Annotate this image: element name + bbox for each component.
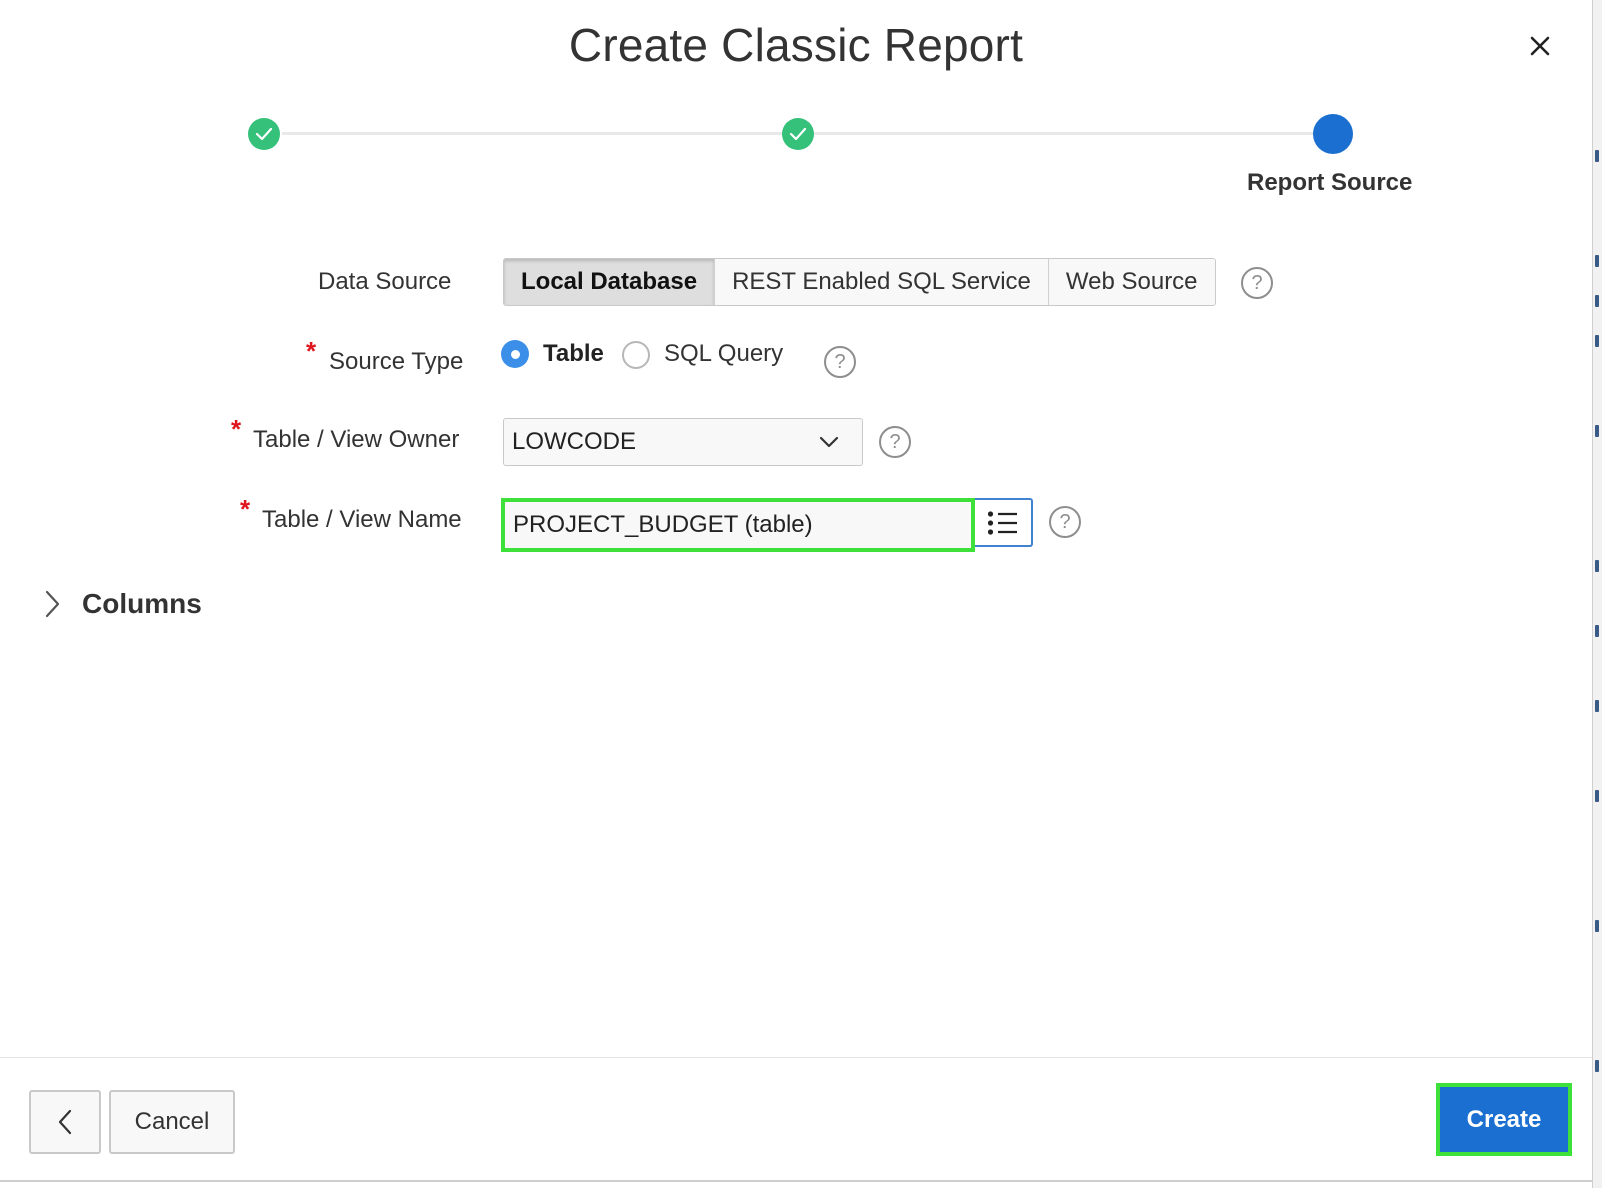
source-type-radio-table[interactable] <box>501 340 529 368</box>
progress-track-1 <box>282 132 790 135</box>
table-name-help-icon[interactable]: ? <box>1049 506 1081 538</box>
background-app-edge <box>1592 0 1602 1188</box>
source-type-help-icon[interactable]: ? <box>824 346 856 378</box>
footer-divider <box>0 1057 1592 1058</box>
list-of-values-button[interactable] <box>975 498 1033 547</box>
columns-section-title: Columns <box>82 588 202 619</box>
source-type-radio-sql-query[interactable] <box>622 341 650 369</box>
owner-help-icon[interactable]: ? <box>879 426 911 458</box>
data-source-option-web-source[interactable]: Web Source <box>1048 259 1215 305</box>
wizard-step-3-label: Report Source <box>1247 169 1413 196</box>
chevron-right-icon <box>45 590 60 618</box>
source-type-label: Source Type <box>329 348 464 375</box>
owner-select[interactable]: LOWCODE <box>503 418 863 466</box>
table-name-value: PROJECT_BUDGET (table) <box>513 511 813 538</box>
data-source-help-icon[interactable]: ? <box>1241 267 1273 299</box>
list-icon <box>987 510 1017 535</box>
columns-collapsible-toggle[interactable]: Columns <box>42 588 202 620</box>
required-asterisk: * <box>306 336 317 366</box>
owner-select-value: LOWCODE <box>512 428 637 455</box>
owner-label: Table / View Owner <box>253 426 460 453</box>
table-name-label: Table / View Name <box>262 506 462 533</box>
previous-button[interactable] <box>29 1090 101 1154</box>
create-button-highlight: Create <box>1436 1083 1572 1156</box>
data-source-segmented-control: Local Database REST Enabled SQL Service … <box>503 258 1216 306</box>
create-button[interactable]: Create <box>1440 1087 1568 1152</box>
wizard-step-3-current <box>1313 114 1353 154</box>
table-name-input[interactable]: PROJECT_BUDGET (table) <box>501 498 975 552</box>
dialog-bottom-border <box>0 1180 1592 1182</box>
source-type-option-table[interactable]: Table <box>543 340 604 368</box>
data-source-option-local-database[interactable]: Local Database <box>504 259 716 305</box>
data-source-label: Data Source <box>318 268 452 295</box>
wizard-step-1-complete <box>248 118 280 150</box>
progress-track-2 <box>814 132 1328 135</box>
close-button[interactable] <box>1522 28 1558 64</box>
cancel-button[interactable]: Cancel <box>109 1090 235 1154</box>
checkmark-icon <box>789 127 807 141</box>
required-asterisk: * <box>231 414 242 444</box>
chevron-down-icon <box>819 436 839 448</box>
source-type-option-sql-query[interactable]: SQL Query <box>664 340 783 368</box>
wizard-step-2-complete <box>782 118 814 150</box>
dialog-title: Create Classic Report <box>568 19 1024 71</box>
close-icon <box>1530 36 1550 56</box>
checkmark-icon <box>255 127 273 141</box>
data-source-option-rest-enabled-sql[interactable]: REST Enabled SQL Service <box>715 259 1049 305</box>
chevron-left-icon <box>58 1109 72 1135</box>
create-classic-report-dialog: Create Classic Report Report Source Data… <box>0 0 1602 1188</box>
required-asterisk: * <box>240 494 251 524</box>
